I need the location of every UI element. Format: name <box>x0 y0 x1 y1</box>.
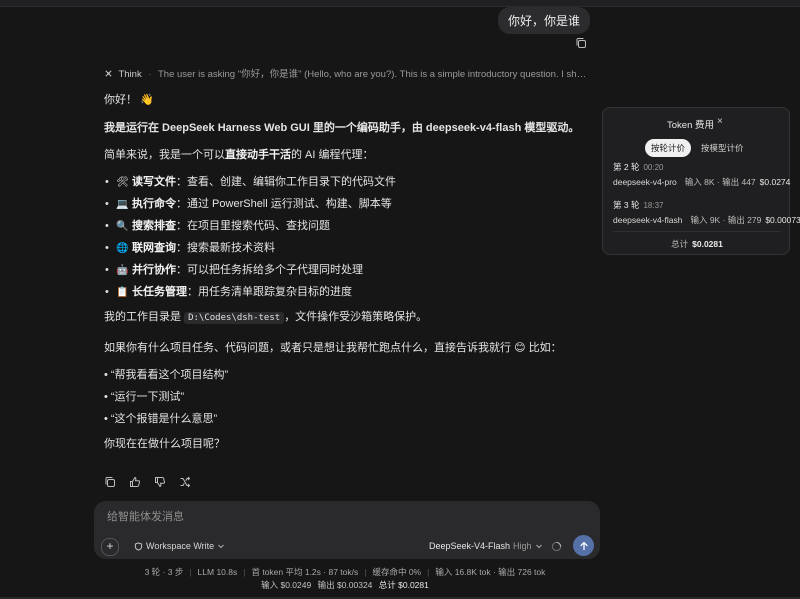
greeting-line: 你好！ 👋 <box>104 94 154 106</box>
round-row: deepseek-v4-pro 输入 8K · 输出 447 $0.0274 <box>613 177 791 187</box>
workspace-mode-select[interactable]: Workspace Write <box>134 541 225 551</box>
input-cost: 输入 $0.0249 <box>261 580 312 590</box>
divider <box>613 231 781 232</box>
workdir-line: 我的工作目录是 D:\Codes\dsh-test ，文件操作受沙箱策略保护。 <box>104 311 428 324</box>
model-level: High <box>513 541 532 551</box>
send-button[interactable] <box>573 535 594 556</box>
wave-emoji: 👋 <box>140 94 154 106</box>
tab-per-round[interactable]: 按轮计价 <box>645 139 692 157</box>
think-label: Think <box>118 69 142 80</box>
output-cost: 输出 $0.00324 <box>317 580 373 590</box>
token-panel-title: Token 费用 <box>667 120 714 131</box>
message-actions <box>104 476 191 488</box>
token-total: 总计 $0.0281 <box>671 239 723 249</box>
token-cost-panel: Token 费用 × 按轮计价 按模型计价 第 2 轮 00:20 deepsee… <box>602 107 800 255</box>
think-text: The user is asking "你好，你是谁" (Hello, who … <box>157 69 588 80</box>
robot-emoji: 🤖 <box>116 265 129 276</box>
list-item: 💻执行命令：通过 PowerShell 运行测试、构建、脚本等 <box>104 193 594 215</box>
workspace-label: Workspace Write <box>146 541 215 551</box>
session-stats: 3 轮 · 3 步 | LLM 10.8s | 首 token 平均 1.2s · 87… <box>144 567 546 577</box>
workdir-code: D:\Codes\dsh-test <box>184 312 285 324</box>
closing-line: 你现在在做什么项目呢？ <box>104 438 225 450</box>
thumbs-up-icon[interactable] <box>129 476 141 488</box>
thumbs-down-icon[interactable] <box>154 476 166 488</box>
simple-line: 简单来说，我是一个可以直接动手干活的 AI 编程代理： <box>104 149 374 161</box>
tab-per-model[interactable]: 按模型计价 <box>695 139 750 157</box>
loading-spinner-icon <box>551 541 562 552</box>
total-cost: 总计 $0.0281 <box>378 580 429 590</box>
example-list: “帮我看看这个项目结构” “运行一下测试” “这个报错是什么意思” <box>104 364 594 430</box>
list-item: “运行一下测试” <box>104 386 594 408</box>
clipboard-emoji: 📋 <box>116 287 129 298</box>
arrow-up-icon <box>579 541 588 550</box>
think-summary[interactable]: Think · The user is asking "你好，你是谁" (Hel… <box>104 66 588 80</box>
message-composer: + Workspace Write DeepSeek-V4-Flash High <box>94 501 600 559</box>
copy-icon[interactable] <box>575 37 587 49</box>
close-icon[interactable]: × <box>717 116 723 127</box>
ask-line: 如果你有什么项目任务、代码问题，或者只是想让我帮忙跑点什么，直接告诉我就行 😊 … <box>104 342 562 354</box>
copy-icon[interactable] <box>104 476 116 488</box>
token-panel-tabs: 按轮计价 按模型计价 <box>645 139 750 157</box>
list-item: “这个报错是什么意思” <box>104 408 594 430</box>
window-top-bar <box>0 0 800 7</box>
tool-emoji: 🛠 <box>116 177 129 188</box>
round-header: 第 2 轮 00:20 <box>613 162 664 172</box>
shield-icon <box>134 541 143 551</box>
list-item: 🔍搜索排查：在项目里搜索代码、查找问题 <box>104 215 594 237</box>
capability-list: 🛠读写文件：查看、创建、编辑你工作目录下的代码文件 💻执行命令：通过 Power… <box>104 171 594 303</box>
session-cost: 输入 $0.0249 输出 $0.00324 总计 $0.0281 <box>0 579 690 591</box>
think-icon <box>105 70 112 77</box>
user-message-text: 你好，你是谁 <box>507 14 580 28</box>
list-item: 🌐联网查询：搜索最新技术资料 <box>104 237 594 259</box>
round-header: 第 3 轮 18:37 <box>613 200 664 210</box>
smile-emoji: 😊 <box>514 342 526 354</box>
list-item: 📋长任务管理：用任务清单跟踪复杂目标的进度 <box>104 281 594 303</box>
user-message-bubble: 你好，你是谁 <box>497 7 590 34</box>
magnifier-emoji: 🔍 <box>116 221 129 232</box>
list-item: 🤖并行协作：可以把任务拆给多个子代理同时处理 <box>104 259 594 281</box>
assistant-message: 你好！ 👋 我是运行在 DeepSeek Harness Web GUI 里的一… <box>104 92 594 452</box>
model-name: DeepSeek-V4-Flash <box>429 541 511 551</box>
list-item: “帮我看看这个项目结构” <box>104 364 594 386</box>
model-select[interactable]: DeepSeek-V4-Flash High <box>429 541 543 551</box>
intro-line: 我是运行在 DeepSeek Harness Web GUI 里的一个编码助手，… <box>104 122 580 134</box>
message-input[interactable] <box>105 510 549 524</box>
chevron-down-icon <box>218 544 225 549</box>
computer-emoji: 💻 <box>116 199 129 210</box>
list-item: 🛠读写文件：查看、创建、编辑你工作目录下的代码文件 <box>104 171 594 193</box>
round-row: deepseek-v4-flash 输入 9K · 输出 279 $0.00073 <box>613 215 800 225</box>
chevron-down-icon <box>535 544 542 549</box>
globe-emoji: 🌐 <box>116 243 129 254</box>
branch-icon[interactable] <box>179 476 191 488</box>
attach-button[interactable]: + <box>101 538 119 556</box>
